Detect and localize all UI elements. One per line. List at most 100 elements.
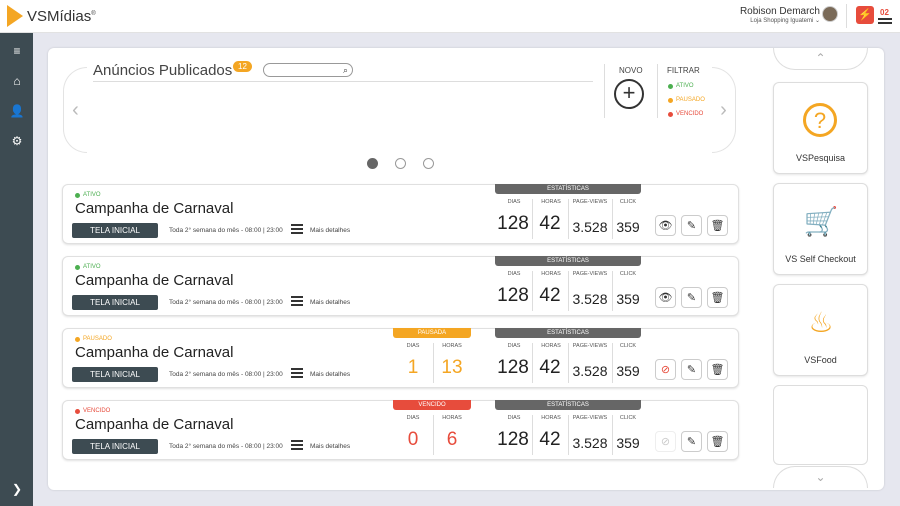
delete-button[interactable]: 🗑 bbox=[707, 215, 728, 236]
stat-label-pageviews: PAGE-VIEWS bbox=[572, 199, 608, 205]
eye-icon: 👁 bbox=[658, 292, 673, 304]
status-dot bbox=[668, 111, 673, 117]
eye-icon: 👁 bbox=[658, 220, 673, 232]
trash-icon: 🗑 bbox=[710, 292, 725, 304]
expand-sidebar-icon[interactable]: ❯ bbox=[9, 481, 25, 497]
divider bbox=[604, 64, 605, 118]
screen-button[interactable]: TELA INICIAL bbox=[72, 295, 158, 310]
expired-label-days: DIAS bbox=[406, 415, 420, 421]
status-text: ATIVO bbox=[83, 264, 101, 270]
menu-icon[interactable]: ≡ bbox=[9, 43, 25, 59]
screen-button[interactable]: TELA INICIAL bbox=[72, 367, 158, 382]
carousel-dot[interactable] bbox=[395, 158, 406, 169]
edit-button[interactable]: ✎ bbox=[681, 359, 702, 380]
carousel-prev-button[interactable]: ‹ bbox=[63, 67, 87, 153]
expired-label-hours: HORAS bbox=[442, 415, 462, 421]
ad-card: ATIVO Campanha de Carnaval TELA INICIAL … bbox=[62, 256, 739, 316]
add-ad-button[interactable]: + bbox=[614, 79, 644, 109]
view-button[interactable]: 👁 bbox=[655, 215, 676, 236]
chevron-down-icon: ⌄ bbox=[815, 470, 826, 484]
gear-icon[interactable]: ⚙ bbox=[9, 133, 25, 149]
delete-button[interactable]: 🗑 bbox=[707, 359, 728, 380]
sidebar: ≡ ⌂ 👤 ⚙ ❯ bbox=[0, 33, 33, 506]
screen-button[interactable]: TELA INICIAL bbox=[72, 223, 158, 238]
app-card-self-checkout[interactable]: 🛒 VS Self Checkout bbox=[773, 183, 868, 275]
screen-button[interactable]: TELA INICIAL bbox=[72, 439, 158, 454]
view-button[interactable]: 👁 bbox=[655, 287, 676, 308]
stat-label-days: DIAS bbox=[507, 343, 521, 349]
question-bubble-icon: ? bbox=[803, 103, 837, 137]
filter-expired[interactable]: VENCIDO bbox=[668, 111, 703, 117]
filter-paused[interactable]: PAUSADO bbox=[668, 97, 705, 103]
delete-button[interactable]: 🗑 bbox=[707, 287, 728, 308]
new-label: NOVO bbox=[619, 66, 643, 75]
carousel-dot[interactable] bbox=[367, 158, 378, 169]
expired-tag: VENCIDO bbox=[393, 400, 471, 410]
trash-icon: 🗑 bbox=[710, 220, 725, 232]
user-menu[interactable]: Robison Demarch Loja Shopping Iguatemi ⌄ bbox=[740, 6, 820, 24]
stat-label-hours: HORAS bbox=[541, 199, 561, 205]
carousel-next-button[interactable]: › bbox=[712, 67, 736, 153]
alert-bubble-icon[interactable]: ⚡ bbox=[856, 6, 874, 24]
stat-label-hours: HORAS bbox=[541, 271, 561, 277]
filter-label-paused: PAUSADO bbox=[676, 97, 705, 103]
ad-title: Campanha de Carnaval bbox=[75, 344, 234, 361]
pencil-icon: ✎ bbox=[686, 364, 697, 376]
ad-card: PAUSADO Campanha de Carnaval TELA INICIA… bbox=[62, 328, 739, 388]
app-logo[interactable]: VSMídias® bbox=[7, 5, 96, 27]
filter-label-expired: VENCIDO bbox=[676, 111, 704, 117]
app-card-vsfood[interactable]: ♨ VSFood bbox=[773, 284, 868, 376]
user-icon[interactable]: 👤 bbox=[9, 103, 25, 119]
edit-button[interactable]: ✎ bbox=[681, 287, 702, 308]
details-link[interactable]: Mais detalhes bbox=[310, 371, 350, 378]
ad-card: ATIVO Campanha de Carnaval TELA INICIAL … bbox=[62, 184, 739, 244]
scroll-down-button[interactable]: ⌄ bbox=[773, 466, 868, 488]
app-card-empty bbox=[773, 385, 868, 465]
details-link[interactable]: Mais detalhes bbox=[310, 227, 350, 234]
stat-label-pageviews: PAGE-VIEWS bbox=[572, 415, 608, 421]
details-link[interactable]: Mais detalhes bbox=[310, 299, 350, 306]
delete-button[interactable]: 🗑 bbox=[707, 431, 728, 452]
stats-tag: ESTATÍSTICAS bbox=[495, 328, 641, 338]
edit-button[interactable]: ✎ bbox=[681, 431, 702, 452]
status-badge: VENCIDO bbox=[75, 408, 110, 414]
paused-label-hours: HORAS bbox=[442, 343, 462, 349]
search-icon[interactable]: ⌕ bbox=[343, 65, 348, 76]
stat-label-click: CLICK bbox=[619, 199, 637, 205]
list-icon[interactable] bbox=[291, 296, 303, 308]
home-icon[interactable]: ⌂ bbox=[9, 73, 25, 89]
page-title: Anúncios Publicados bbox=[93, 62, 233, 79]
ad-title: Campanha de Carnaval bbox=[75, 272, 234, 289]
edit-button[interactable]: ✎ bbox=[681, 215, 702, 236]
list-icon[interactable] bbox=[291, 440, 303, 452]
stat-hours: 42 bbox=[539, 213, 561, 234]
avatar[interactable] bbox=[822, 6, 838, 22]
status-dot bbox=[668, 83, 673, 89]
filter-active[interactable]: ATIVO bbox=[668, 83, 694, 89]
stat-days: 128 bbox=[497, 357, 529, 378]
stat-pageviews: 3.528 bbox=[572, 291, 608, 307]
hamburger-menu-icon[interactable] bbox=[878, 18, 892, 26]
stat-label-days: DIAS bbox=[507, 415, 521, 421]
status-badge: ATIVO bbox=[75, 264, 101, 270]
app-label: VSPesquisa bbox=[795, 153, 846, 163]
schedule-text: Toda 2° semana do mês - 08:00 | 23:00 bbox=[169, 227, 283, 234]
unhide-button[interactable]: ⊘ bbox=[655, 359, 676, 380]
search-input[interactable]: ⌕ bbox=[263, 63, 353, 77]
pencil-icon: ✎ bbox=[686, 220, 697, 232]
trash-icon: 🗑 bbox=[710, 364, 725, 376]
schedule-text: Toda 2° semana do mês - 08:00 | 23:00 bbox=[169, 299, 283, 306]
paused-hours: 13 bbox=[441, 357, 463, 378]
carousel-dot[interactable] bbox=[423, 158, 434, 169]
list-icon[interactable] bbox=[291, 368, 303, 380]
stat-clicks: 359 bbox=[616, 363, 640, 379]
app-card-vspesquisa[interactable]: ? VSPesquisa bbox=[773, 82, 868, 174]
divider bbox=[657, 64, 658, 118]
stat-hours: 42 bbox=[539, 285, 561, 306]
registered-mark: ® bbox=[91, 10, 96, 17]
status-dot bbox=[75, 192, 80, 198]
list-icon[interactable] bbox=[291, 224, 303, 236]
store-selector[interactable]: Loja Shopping Iguatemi ⌄ bbox=[740, 17, 820, 24]
details-link[interactable]: Mais detalhes bbox=[310, 443, 350, 450]
scroll-up-button[interactable]: ⌃ bbox=[773, 48, 868, 70]
